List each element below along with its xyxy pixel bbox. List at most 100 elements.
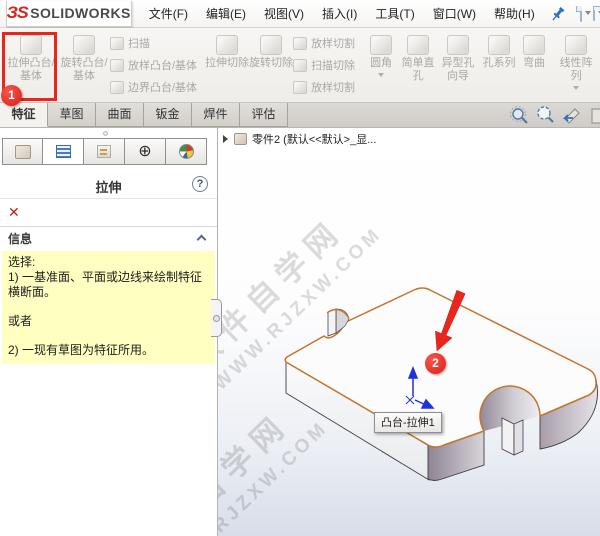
- revolved-boss-label: 旋转凸台/基体: [60, 57, 108, 82]
- solidworks-logo: ЗS SOLIDWORKS: [6, 0, 132, 27]
- tab-sketch[interactable]: 草图: [48, 103, 96, 127]
- fillet-button[interactable]: 圆角: [363, 30, 399, 102]
- lofted-cut-icon: [293, 37, 308, 50]
- solidworks-window: ЗS SOLIDWORKS 文件(F) 编辑(E) 视图(V) 插入(I) 工具…: [0, 0, 600, 536]
- dimxpertmanager-tab[interactable]: ⊕: [125, 138, 166, 165]
- cancel-button[interactable]: ✕: [8, 205, 24, 219]
- boundary-boss-icon: [110, 81, 124, 94]
- revolved-cut-label: 旋转切除: [249, 57, 294, 69]
- tab-sheet-metal[interactable]: 钣金: [144, 103, 192, 127]
- hole-series-button[interactable]: 孔系列: [479, 30, 519, 102]
- extruded-cut-icon: [216, 35, 239, 55]
- feature-tooltip: 凸台-拉伸1: [374, 412, 442, 433]
- help-icon[interactable]: ?: [192, 176, 208, 192]
- menu-window[interactable]: 窗口(W): [424, 1, 485, 26]
- extruded-cut-label: 拉伸切除: [205, 57, 250, 69]
- lofted-cut-label: 放样切割: [311, 37, 356, 50]
- menu-view[interactable]: 视图(V): [255, 1, 313, 26]
- menu-edit[interactable]: 编辑(E): [197, 1, 255, 26]
- hole-series-icon: [488, 35, 511, 55]
- swept-cut-icon: [293, 59, 308, 72]
- hole-wizard-label: 异型孔向导: [441, 57, 475, 82]
- info-group-header[interactable]: 信息: [0, 227, 217, 251]
- crosshair-icon: ⊕: [138, 142, 152, 160]
- ribbon-toolbar: 拉伸凸台/基体 旋转凸台/基体 扫描 放样凸台/基体 边界凸台/基体 拉伸切除 …: [0, 28, 600, 103]
- swept-boss-button[interactable]: 扫描: [110, 33, 197, 55]
- annotation-arrow: [435, 289, 466, 352]
- hole-series-label: 孔系列: [482, 57, 516, 69]
- simple-hole-button[interactable]: 简单直孔: [399, 30, 437, 102]
- configuration-icon: [97, 145, 111, 158]
- revolved-cut-button[interactable]: 旋转切除: [249, 30, 293, 102]
- simple-hole-icon: [407, 35, 430, 55]
- displaymanager-tab[interactable]: [166, 138, 207, 165]
- lofted-cut2-label: 放样切割: [311, 81, 356, 94]
- tab-features[interactable]: 特征: [0, 103, 48, 127]
- part-document-icon: [234, 133, 247, 145]
- heads-up-view-toolbar: [509, 105, 600, 126]
- extruded-cut-button[interactable]: 拉伸切除: [205, 30, 249, 102]
- info-line: 1) 一基准面、平面或边线来绘制特征横断面。: [8, 270, 203, 299]
- open-document-icon[interactable]: [592, 6, 600, 21]
- collapse-chevron-icon[interactable]: [196, 234, 207, 245]
- flex-icon: [523, 35, 546, 55]
- property-list-icon: [55, 145, 71, 158]
- part-icon: [14, 144, 31, 159]
- pin-menu-icon[interactable]: [548, 4, 568, 24]
- fillet-icon: [370, 35, 393, 55]
- lofted-boss-button[interactable]: 放样凸台/基体: [110, 55, 197, 77]
- boss-small-column: 扫描 放样凸台/基体 边界凸台/基体: [110, 30, 197, 102]
- lofted-boss-label: 放样凸台/基体: [128, 59, 198, 72]
- info-line: 2) 一现有草图为特征所用。: [8, 343, 155, 357]
- hole-wizard-button[interactable]: 异型孔向导: [437, 30, 479, 102]
- info-line: 或者: [8, 314, 33, 328]
- info-message-box: 选择: 1) 一基准面、平面或边线来绘制特征横断面。 或者 2) 一现有草图为特…: [2, 251, 215, 364]
- lofted-boss-icon: [110, 59, 124, 72]
- linear-pattern-dropdown-icon[interactable]: [573, 86, 580, 93]
- zoom-to-area-icon[interactable]: [535, 105, 556, 126]
- flex-button[interactable]: 弯曲: [519, 30, 549, 102]
- propertymanager-tab[interactable]: [43, 138, 84, 165]
- lofted-cut2-button[interactable]: 放样切割: [293, 77, 355, 99]
- swept-cut-label: 扫描切除: [311, 59, 356, 72]
- property-manager-panel: ⊕ 拉伸 ? ✕ 信息 选择: 1) 一基准面、平面或边线来绘制特征横断面。 或…: [0, 128, 218, 536]
- menu-insert[interactable]: 插入(I): [313, 1, 366, 26]
- menu-file[interactable]: 文件(F): [140, 1, 197, 26]
- ribbon-group-pattern: 线性阵列: [555, 30, 600, 102]
- linear-pattern-label: 线性阵列: [559, 57, 593, 82]
- fillet-dropdown-icon[interactable]: [378, 73, 385, 80]
- configurationmanager-tab[interactable]: [84, 138, 125, 165]
- panel-title: 拉伸: [95, 180, 122, 195]
- ribbon-group-features: 圆角 简单直孔 异型孔向导 孔系列 弯曲: [361, 30, 551, 102]
- new-document-icon[interactable]: [575, 5, 582, 22]
- tab-evaluate[interactable]: 评估: [240, 103, 288, 127]
- swept-cut-button[interactable]: 扫描切除: [293, 55, 355, 77]
- lofted-cut-button[interactable]: 放样切割: [293, 33, 355, 55]
- boundary-boss-label: 边界凸台/基体: [128, 81, 198, 94]
- zoom-to-fit-icon[interactable]: [509, 105, 530, 126]
- lofted-cut2-icon: [293, 81, 308, 94]
- featuremanager-tree-tab[interactable]: [2, 138, 43, 165]
- flyout-feature-tree[interactable]: 零件2 (默认<<默认>_显...: [223, 131, 376, 147]
- part-model[interactable]: [218, 128, 600, 536]
- linear-pattern-button[interactable]: 线性阵列: [557, 30, 595, 102]
- menu-tools[interactable]: 工具(T): [366, 1, 423, 26]
- manager-tab-bar: ⊕: [2, 138, 217, 165]
- ribbon-group-cut: 拉伸切除 旋转切除 放样切割 扫描切除 放样切割: [203, 30, 357, 102]
- expand-triangle-icon[interactable]: [223, 135, 228, 143]
- commandmanager-tabs: 特征 草图 曲面 钣金 焊件 评估: [0, 103, 600, 128]
- revolved-boss-base-button[interactable]: 旋转凸台/基体: [58, 30, 110, 102]
- panel-resize-handle[interactable]: [211, 299, 222, 337]
- info-line: 选择:: [8, 255, 36, 269]
- previous-view-icon[interactable]: [561, 105, 582, 126]
- tab-surfaces[interactable]: 曲面: [96, 103, 144, 127]
- cut-small-column: 放样切割 扫描切除 放样切割: [293, 30, 355, 102]
- section-view-icon[interactable]: [587, 105, 600, 126]
- fillet-label: 圆角: [370, 57, 393, 69]
- menu-help[interactable]: 帮助(H): [485, 1, 544, 26]
- panel-splitter-dot[interactable]: [103, 131, 108, 136]
- new-document-dropdown-icon[interactable]: [584, 11, 591, 18]
- graphics-viewport[interactable]: 软件自学网 WWW.RJZXW.COM 软件自学网 WWW.RJZXW.COM: [218, 128, 600, 536]
- boundary-boss-button[interactable]: 边界凸台/基体: [110, 77, 197, 99]
- tab-weldments[interactable]: 焊件: [192, 103, 240, 127]
